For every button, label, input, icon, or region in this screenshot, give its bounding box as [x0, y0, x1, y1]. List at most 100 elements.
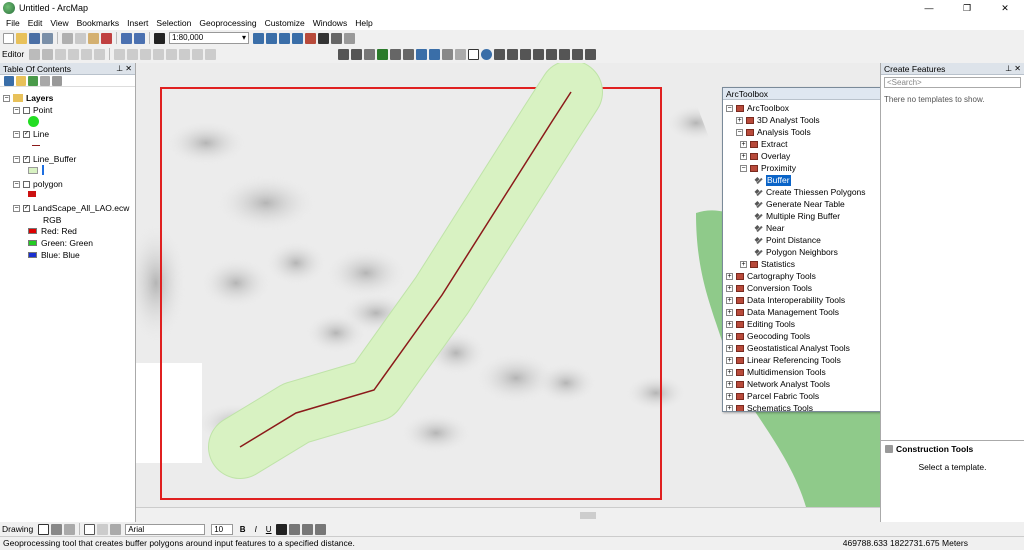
- tree-network-analyst-tools[interactable]: + Network Analyst Tools: [726, 379, 830, 390]
- full-extent-icon[interactable]: [377, 48, 389, 60]
- tree-buffer-tool[interactable]: Buffer: [755, 175, 791, 186]
- find-icon[interactable]: [533, 48, 545, 60]
- tree-near[interactable]: Near: [755, 223, 784, 234]
- line-color-icon[interactable]: [302, 523, 314, 535]
- layer-polygon[interactable]: − polygon: [13, 179, 63, 189]
- fixed-zoom-in-icon[interactable]: [390, 48, 402, 60]
- paste-icon[interactable]: [88, 32, 99, 44]
- menu-customize[interactable]: Customize: [261, 18, 309, 28]
- list-by-selection-icon[interactable]: [40, 75, 50, 86]
- split-icon[interactable]: [153, 48, 165, 60]
- point-icon[interactable]: [94, 48, 106, 60]
- undo-icon[interactable]: [121, 32, 132, 44]
- html-popup-icon[interactable]: [494, 48, 506, 60]
- editor-toolbar-icon[interactable]: [253, 32, 264, 44]
- fill-color-icon[interactable]: [289, 523, 301, 535]
- hyperlink-icon[interactable]: [520, 48, 532, 60]
- layer-point[interactable]: − Point: [13, 105, 52, 115]
- menu-edit[interactable]: Edit: [24, 18, 47, 28]
- identify-icon[interactable]: [481, 48, 493, 60]
- zoom-in-icon[interactable]: [338, 48, 350, 60]
- copy-icon[interactable]: [75, 32, 86, 44]
- clear-selection-icon[interactable]: [455, 48, 467, 60]
- trace-icon[interactable]: [81, 48, 93, 60]
- toolbar-options-icon[interactable]: [344, 32, 355, 44]
- minimize-icon[interactable]: —: [910, 0, 948, 16]
- layer-line-buffer-checkbox[interactable]: ✓: [23, 155, 30, 163]
- font-color-icon[interactable]: [276, 523, 288, 535]
- create-features-header-buttons[interactable]: ⊥ ✕: [1005, 63, 1021, 75]
- forward-extent-icon[interactable]: [429, 48, 441, 60]
- delete-icon[interactable]: [101, 32, 112, 44]
- tree-multiple-ring-buffer[interactable]: Multiple Ring Buffer: [755, 211, 840, 222]
- create-viewer-icon[interactable]: [585, 48, 597, 60]
- menu-file[interactable]: File: [2, 18, 24, 28]
- measure-icon[interactable]: [507, 48, 519, 60]
- menu-selection[interactable]: Selection: [152, 18, 195, 28]
- tree-geocoding-tools[interactable]: + Geocoding Tools: [726, 331, 810, 342]
- map-scale-combo[interactable]: 1:80,000: [169, 32, 249, 44]
- tree-editing-tools[interactable]: + Editing Tools: [726, 319, 795, 330]
- redo-icon[interactable]: [134, 32, 145, 44]
- back-extent-icon[interactable]: [416, 48, 428, 60]
- sketch-properties-icon[interactable]: [192, 48, 204, 60]
- polygon-symbol[interactable]: [28, 191, 36, 197]
- python-icon[interactable]: [318, 32, 329, 44]
- layer-line-buffer[interactable]: − ✓ Line_Buffer: [13, 154, 76, 164]
- restore-icon[interactable]: ❐: [948, 0, 986, 16]
- tree-cartography-tools[interactable]: + Cartography Tools: [726, 271, 816, 282]
- tree-multidimension-tools[interactable]: + Multidimension Tools: [726, 367, 826, 378]
- list-by-drawing-order-icon[interactable]: [4, 75, 14, 86]
- model-builder-icon[interactable]: [331, 32, 342, 44]
- line-buffer-symbol[interactable]: [28, 165, 44, 175]
- menu-windows[interactable]: Windows: [309, 18, 351, 28]
- tree-3d-analyst-tools[interactable]: +3D Analyst Tools: [736, 115, 820, 126]
- template-search-input[interactable]: <Search>: [884, 77, 1021, 88]
- map-horizontal-scrollbar[interactable]: [136, 507, 880, 522]
- edit-annotation-icon[interactable]: [42, 48, 54, 60]
- layer-line[interactable]: − ✓ Line: [13, 129, 49, 139]
- list-by-visibility-icon[interactable]: [28, 75, 38, 86]
- point-symbol[interactable]: [28, 116, 39, 127]
- tree-linear-referencing-tools[interactable]: + Linear Referencing Tools: [726, 355, 841, 366]
- toc-options-icon[interactable]: [52, 75, 62, 86]
- pan-icon[interactable]: [364, 48, 376, 60]
- select-elements-icon[interactable]: [468, 48, 480, 60]
- edit-vertices-icon[interactable]: [114, 48, 126, 60]
- tree-generate-near-table[interactable]: Generate Near Table: [755, 199, 845, 210]
- band-green[interactable]: Green: Green: [28, 238, 93, 248]
- print-icon[interactable]: [42, 32, 53, 44]
- rectangle-icon[interactable]: [84, 523, 96, 535]
- straight-segment-icon[interactable]: [55, 48, 67, 60]
- layer-raster[interactable]: − ✓ LandScape_All_LAO.ecw: [13, 203, 129, 213]
- list-by-source-icon[interactable]: [16, 75, 26, 86]
- find-route-icon[interactable]: [546, 48, 558, 60]
- bold-icon[interactable]: B: [237, 524, 248, 535]
- table-of-contents-icon[interactable]: [266, 32, 277, 44]
- underline-icon[interactable]: U: [263, 524, 274, 535]
- edit-vertices-icon[interactable]: [110, 523, 122, 535]
- add-data-icon[interactable]: [154, 32, 165, 44]
- select-features-icon[interactable]: [442, 48, 454, 60]
- layer-line-checkbox[interactable]: ✓: [23, 130, 30, 138]
- tree-data-management-tools[interactable]: + Data Management Tools: [726, 307, 839, 318]
- cut-icon[interactable]: [62, 32, 73, 44]
- reshape-icon[interactable]: [127, 48, 139, 60]
- tree-statistics[interactable]: + Statistics: [740, 259, 795, 270]
- menu-bookmarks[interactable]: Bookmarks: [73, 18, 124, 28]
- select-elements-icon[interactable]: [38, 523, 50, 535]
- new-document-icon[interactable]: [3, 32, 14, 44]
- text-icon[interactable]: [97, 523, 109, 535]
- band-blue[interactable]: Blue: Blue: [28, 250, 80, 260]
- tree-parcel-fabric-tools[interactable]: + Parcel Fabric Tools: [726, 391, 819, 402]
- tree-geostatistical-analyst-tools[interactable]: + Geostatistical Analyst Tools: [726, 343, 850, 354]
- open-folder-icon[interactable]: [16, 32, 27, 44]
- attributes-icon[interactable]: [179, 48, 191, 60]
- menu-insert[interactable]: Insert: [123, 18, 152, 28]
- zoom-to-selected-icon[interactable]: [64, 523, 76, 535]
- drawing-menu[interactable]: Drawing: [2, 524, 33, 534]
- menu-help[interactable]: Help: [351, 18, 376, 28]
- editor-menu[interactable]: Editor: [2, 49, 24, 59]
- tree-overlay[interactable]: + Overlay: [740, 151, 790, 162]
- fixed-zoom-out-icon[interactable]: [403, 48, 415, 60]
